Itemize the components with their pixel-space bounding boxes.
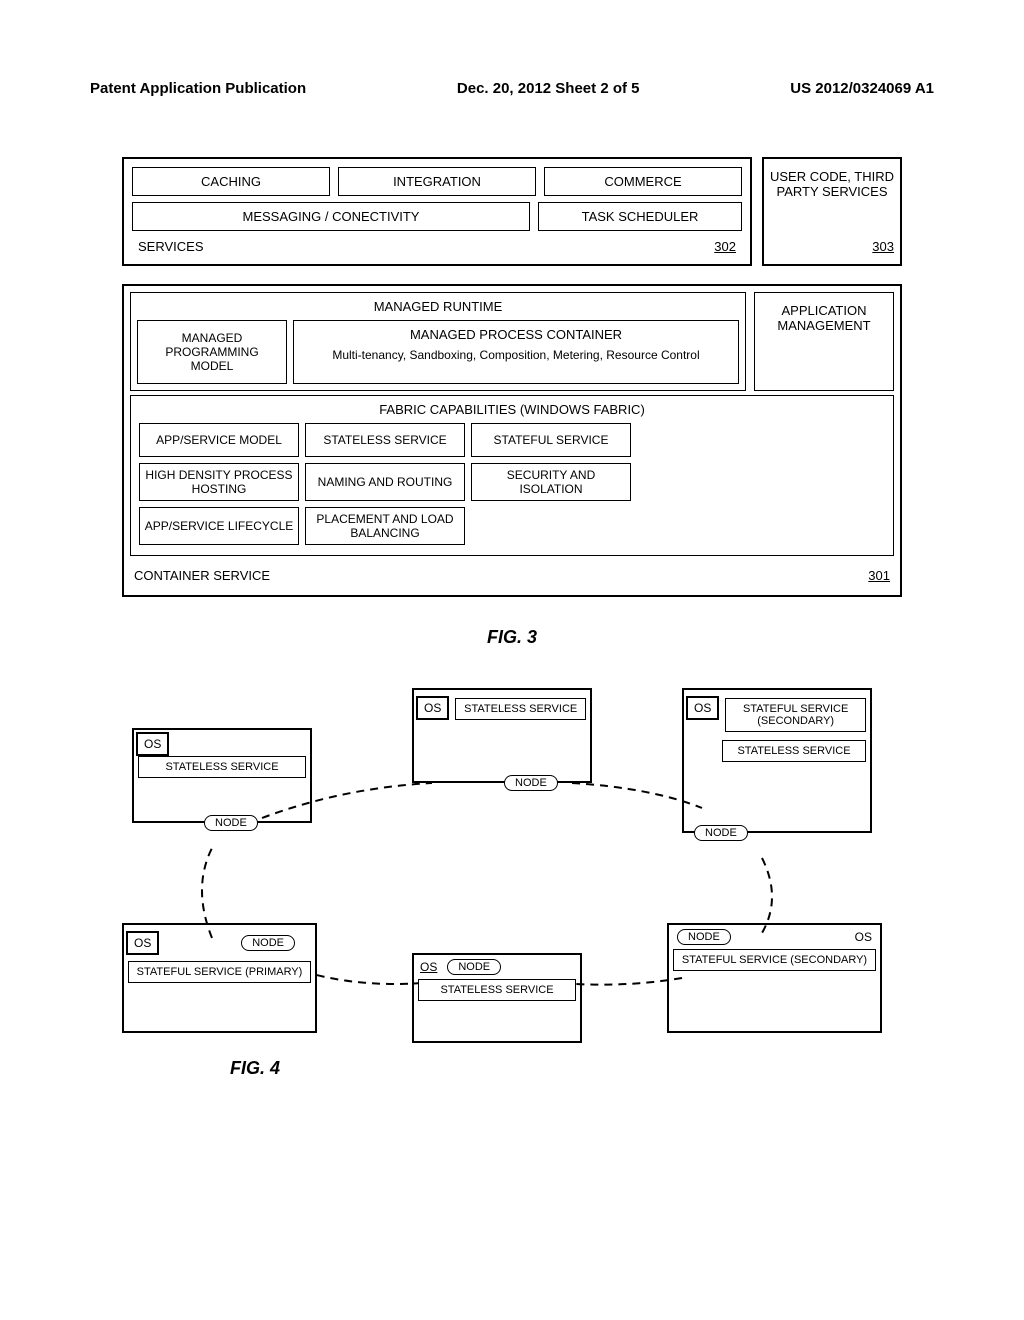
fabric-capabilities: FABRIC CAPABILITIES (WINDOWS FABRIC) APP…	[130, 395, 894, 556]
container-service-label: CONTAINER SERVICE	[134, 568, 270, 583]
container-service-block: MANAGED RUNTIME MANAGED PROGRAMMING MODE…	[122, 284, 902, 597]
box-caching: CACHING	[132, 167, 330, 196]
services-ref: 302	[714, 239, 736, 254]
node-box: OS NODE STATELESS SERVICE	[412, 953, 582, 1043]
user-code-ref: 303	[872, 239, 894, 254]
os-label: OS	[855, 930, 872, 944]
node-pill: NODE	[677, 929, 731, 945]
figure-3-caption: FIG. 3	[90, 627, 934, 648]
fabric-cell: NAMING AND ROUTING	[305, 463, 465, 501]
managed-programming-model: MANAGED PROGRAMMING MODEL	[137, 320, 287, 384]
container-service-ref: 301	[868, 568, 890, 583]
managed-process-container: MANAGED PROCESS CONTAINER Multi-tenancy,…	[293, 320, 739, 384]
figure-4: OS STATELESS SERVICE NODE OS STATELESS S…	[122, 688, 902, 1048]
header-center: Dec. 20, 2012 Sheet 2 of 5	[457, 80, 640, 97]
mpc-title: MANAGED PROCESS CONTAINER	[300, 327, 732, 342]
node-pill: NODE	[504, 775, 558, 791]
stateless-service: STATELESS SERVICE	[455, 698, 586, 720]
os-label: OS	[420, 960, 437, 974]
os-label: OS	[686, 696, 719, 720]
stateless-service: STATELESS SERVICE	[722, 740, 866, 762]
stateless-service: STATELESS SERVICE	[138, 756, 306, 778]
node-box: OS STATELESS SERVICE NODE	[132, 728, 312, 823]
node-box: OS NODE STATEFUL SERVICE (PRIMARY)	[122, 923, 317, 1033]
managed-runtime-title: MANAGED RUNTIME	[137, 299, 739, 314]
fabric-cell: APP/SERVICE MODEL	[139, 423, 299, 457]
fabric-cell: SECURITY AND ISOLATION	[471, 463, 631, 501]
header-right: US 2012/0324069 A1	[790, 80, 934, 97]
header-left: Patent Application Publication	[90, 80, 306, 97]
user-code-block: USER CODE, THIRD PARTY SERVICES 303	[762, 157, 902, 266]
fabric-cell: STATELESS SERVICE	[305, 423, 465, 457]
box-messaging: MESSAGING / CONECTIVITY	[132, 202, 530, 231]
os-label: OS	[136, 732, 169, 756]
figure-3: CACHING INTEGRATION COMMERCE MESSAGING /…	[122, 157, 902, 597]
stateful-service-primary: STATEFUL SERVICE (PRIMARY)	[128, 961, 311, 983]
page-header: Patent Application Publication Dec. 20, …	[90, 80, 934, 97]
stateful-service-secondary: STATEFUL SERVICE (SECONDARY)	[725, 698, 866, 732]
box-commerce: COMMERCE	[544, 167, 742, 196]
figure-4-caption: FIG. 4	[230, 1058, 934, 1079]
fabric-cell: PLACEMENT AND LOAD BALANCING	[305, 507, 465, 545]
os-label: OS	[416, 696, 449, 720]
services-label: SERVICES	[138, 239, 204, 254]
user-code-text: USER CODE, THIRD PARTY SERVICES	[770, 169, 894, 199]
application-management: APPLICATION MANAGEMENT	[754, 292, 894, 391]
node-pill: NODE	[694, 825, 748, 841]
services-block: CACHING INTEGRATION COMMERCE MESSAGING /…	[122, 157, 752, 266]
node-pill: NODE	[241, 935, 295, 951]
node-box: OS STATEFUL SERVICE (SECONDARY) STATELES…	[682, 688, 872, 833]
fabric-title: FABRIC CAPABILITIES (WINDOWS FABRIC)	[139, 402, 885, 417]
stateless-service: STATELESS SERVICE	[418, 979, 576, 1001]
os-label: OS	[126, 931, 159, 955]
stateful-service-secondary: STATEFUL SERVICE (SECONDARY)	[673, 949, 876, 971]
fabric-cell: STATEFUL SERVICE	[471, 423, 631, 457]
box-task-scheduler: TASK SCHEDULER	[538, 202, 742, 231]
node-box: OS STATELESS SERVICE NODE	[412, 688, 592, 783]
node-box: NODE OS STATEFUL SERVICE (SECONDARY)	[667, 923, 882, 1033]
box-integration: INTEGRATION	[338, 167, 536, 196]
node-pill: NODE	[204, 815, 258, 831]
mpc-desc: Multi-tenancy, Sandboxing, Composition, …	[300, 348, 732, 362]
managed-runtime: MANAGED RUNTIME MANAGED PROGRAMMING MODE…	[130, 292, 746, 391]
fabric-cell: HIGH DENSITY PROCESS HOSTING	[139, 463, 299, 501]
fabric-cell: APP/SERVICE LIFECYCLE	[139, 507, 299, 545]
node-pill: NODE	[447, 959, 501, 975]
